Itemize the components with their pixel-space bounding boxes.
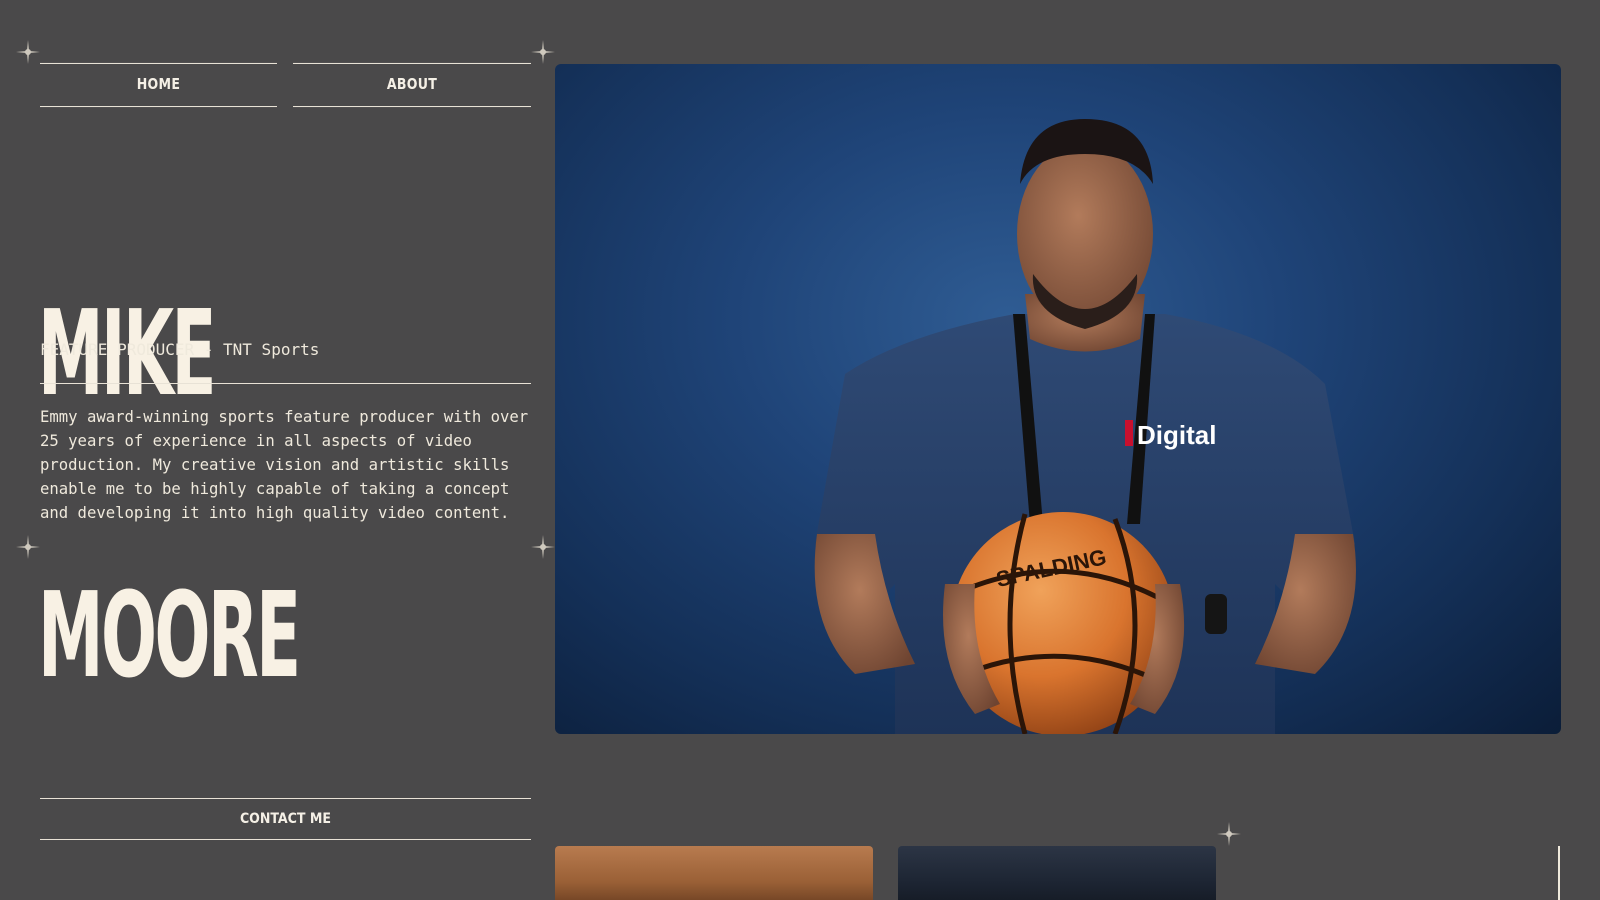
crosshair-icon: [16, 535, 40, 559]
shirt-logo-text: Digital: [1137, 420, 1216, 450]
gallery-thumbnail[interactable]: [898, 846, 1216, 900]
hero-portrait-image: Digital SPALDING: [555, 64, 1561, 734]
scroll-indicator: [1558, 846, 1560, 900]
nav-home-link[interactable]: HOME: [40, 62, 277, 108]
last-name: MOORE: [38, 566, 301, 704]
portfolio-page: HOME ABOUT MIKE MOORE FEATURE PRODUCER -…: [0, 0, 1600, 900]
job-title: FEATURE PRODUCER - TNT Sports: [40, 340, 320, 359]
gallery-thumbnail[interactable]: [555, 846, 873, 900]
bio-text: Emmy award-winning sports feature produc…: [40, 408, 529, 522]
contact-me-button[interactable]: CONTACT ME: [40, 798, 531, 840]
divider: [40, 383, 531, 384]
crosshair-icon: [16, 40, 40, 64]
crosshair-icon: [531, 535, 555, 559]
nav-about-link[interactable]: ABOUT: [293, 62, 531, 108]
crosshair-icon: [1217, 822, 1241, 846]
crosshair-icon: [531, 40, 555, 64]
